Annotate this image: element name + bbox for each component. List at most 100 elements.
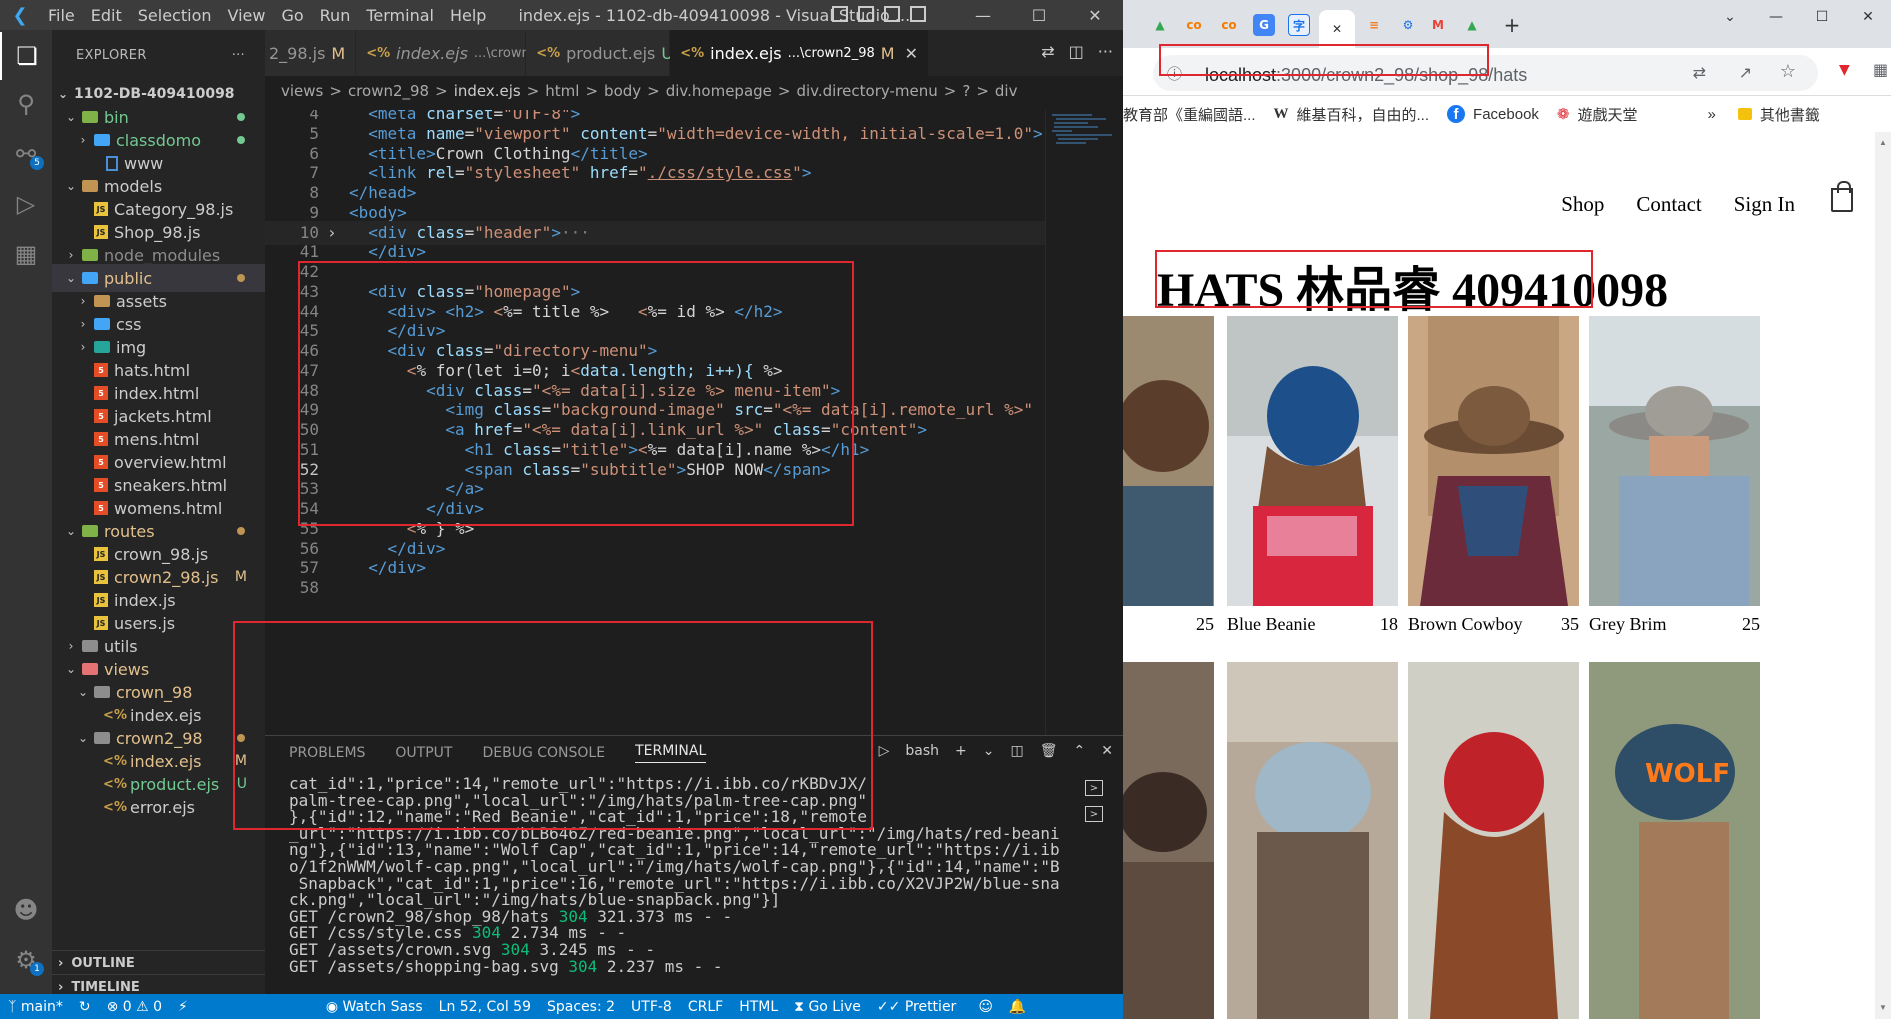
breadcrumb-item[interactable]: index.ejs [454,82,521,100]
shopping-bag-icon[interactable] [1831,181,1853,212]
bookmark-moe-dict[interactable]: 教育部《重編國語... [1123,104,1256,125]
toggle-panel-icon[interactable] [858,6,874,22]
run-debug-icon[interactable]: ▷ [0,180,52,228]
tab-output[interactable]: OUTPUT [395,745,452,761]
dictionary-icon[interactable]: 字 [1288,14,1310,36]
tree-item[interactable]: <% error.ejs [52,793,265,821]
close-button[interactable]: ✕ [1067,0,1123,30]
tab-debug-console[interactable]: DEBUG CONSOLE [482,745,605,761]
account-icon[interactable]: ☻ [0,886,52,934]
product-image[interactable] [1123,662,1214,1019]
feedback-icon[interactable]: ☺ [978,999,993,1015]
breadcrumb-item[interactable]: ? [962,82,970,100]
extensions-puzzle-icon[interactable]: ▦ [1873,60,1888,79]
translate-page-icon[interactable]: ⇄ [1693,63,1706,82]
toggle-sidebar-icon[interactable] [832,6,848,22]
indentation[interactable]: Spaces: 2 [547,999,615,1015]
tab-search-icon[interactable]: ⌄ [1707,0,1753,34]
watch-sass-status[interactable]: ◉ Watch Sass [326,999,423,1015]
nav-contact[interactable]: Contact [1636,192,1701,217]
product-image[interactable] [1408,316,1579,606]
maximize-button[interactable]: ☐ [1011,0,1067,30]
language-mode[interactable]: HTML [739,999,778,1015]
breadcrumb-item[interactable]: views [281,82,323,100]
tab-terminal[interactable]: TERMINAL [635,743,707,763]
scroll-up-icon[interactable]: ▲ [1878,138,1888,148]
extensions-icon[interactable]: ▦ [0,230,52,278]
settings-gear-icon[interactable]: ⚙ 1 [0,936,52,984]
coursera-icon[interactable]: co [1218,14,1240,36]
notifications-icon[interactable]: 🔔 [1009,999,1026,1015]
explorer-icon[interactable]: ❏ [0,32,52,80]
new-terminal-icon[interactable]: + [955,743,967,759]
terminal-output[interactable]: cat_id":1,"price":14,"remote_url":"https… [289,776,1059,990]
product-image[interactable] [1408,662,1579,1019]
new-tab-icon[interactable]: + [1501,13,1523,37]
browser-minimize-button[interactable]: — [1753,0,1799,34]
tab-index-ejs-crown2-98[interactable]: <% index.ejs ...\crown2_98 M ✕ [670,30,929,76]
active-tab-close-icon[interactable]: ✕ [1319,10,1355,48]
breadcrumb-item[interactable]: html [545,82,579,100]
product-image[interactable] [1589,316,1760,606]
lightning-icon[interactable]: ⚡ [178,999,188,1015]
encoding[interactable]: UTF-8 [631,999,672,1015]
drive-icon[interactable]: ▲ [1461,14,1483,36]
drive-icon[interactable]: ▲ [1149,14,1171,36]
terminal-instance-icon[interactable]: > [1085,780,1103,796]
scroll-down-icon[interactable]: ▼ [1878,1003,1888,1013]
shell-label[interactable]: bash [905,743,939,759]
trash-icon[interactable]: 🗑 [1040,743,1058,759]
breadcrumb-item[interactable]: crown2_98 [348,82,429,100]
problems-status[interactable]: ⊗ 0 ⚠ 0 [107,999,162,1015]
chevron-down-icon[interactable]: ⌄ [983,743,995,759]
go-live-status[interactable]: ⧗ Go Live [794,999,861,1015]
extension-gear-icon[interactable]: ⚙ [1397,14,1419,36]
nav-sign-in[interactable]: Sign In [1734,192,1795,217]
menu-terminal[interactable]: Terminal [358,6,442,25]
menu-go[interactable]: Go [273,6,311,25]
search-icon[interactable]: ⚲ [0,80,52,128]
browser-maximize-button[interactable]: ☐ [1799,0,1845,34]
sync-icon[interactable]: ↻ [79,999,91,1015]
menu-view[interactable]: View [220,6,274,25]
source-control-icon[interactable]: ⚯ 5 [0,130,52,178]
more-actions-icon[interactable]: ··· [232,48,245,63]
customize-layout-icon[interactable] [910,6,926,22]
pocket-icon[interactable]: ▼ [1839,62,1850,78]
bookmark-game-paradise[interactable]: ❁ 遊戲天堂 [1557,104,1638,125]
end-of-line[interactable]: CRLF [688,999,723,1015]
bookmark-wikipedia[interactable]: W 維基百科，自由的... [1274,104,1430,125]
product-image[interactable] [1123,316,1214,606]
outline-section[interactable]: › OUTLINE [52,950,265,976]
minimize-button[interactable]: — [955,0,1011,30]
product-image[interactable] [1227,316,1398,606]
menu-selection[interactable]: Selection [130,6,220,25]
close-tab-icon[interactable]: ✕ [905,44,918,63]
code-editor[interactable]: 4 <meta charset="UTF-8"> 5 <meta name="vi… [265,110,1045,738]
browser-close-button[interactable]: ✕ [1845,0,1891,34]
minimap[interactable] [1045,110,1123,738]
menu-file[interactable]: File [40,6,83,25]
product-image[interactable] [1227,662,1398,1019]
menu-help[interactable]: Help [442,6,494,25]
address-bar[interactable]: ⓘ localhost:3000/crown2_98/shop_98/hats … [1153,55,1818,91]
split-editor-icon[interactable]: ◫ [1069,42,1084,61]
share-icon[interactable]: ↗ [1739,63,1752,82]
branch-status[interactable]: ᛉ main* [8,999,63,1015]
tab-problems[interactable]: PROBLEMS [289,745,365,761]
breadcrumb-item[interactable]: div [995,82,1018,100]
bookmarks-overflow-icon[interactable]: » [1708,106,1716,123]
menu-run[interactable]: Run [312,6,359,25]
breadcrumb-item[interactable]: div.directory-menu [796,82,937,100]
stackoverflow-icon[interactable]: ≡ [1363,14,1385,36]
gmail-icon[interactable]: M [1427,14,1449,36]
code-line[interactable]: 58 [265,576,1045,600]
bookmark-other[interactable]: 其他書籤 [1737,104,1820,125]
product-image[interactable]: WOLF [1589,662,1760,1019]
site-info-icon[interactable]: ⓘ [1167,63,1182,84]
prettier-status[interactable]: ✓✓ Prettier [877,999,956,1015]
breadcrumb-item[interactable]: body [604,82,641,100]
tab-product-ejs[interactable]: <% product.ejs U [526,30,673,76]
bookmark-star-icon[interactable]: ☆ [1780,61,1796,82]
tab-crown2-98-js[interactable]: 2_98.js M [265,30,357,76]
